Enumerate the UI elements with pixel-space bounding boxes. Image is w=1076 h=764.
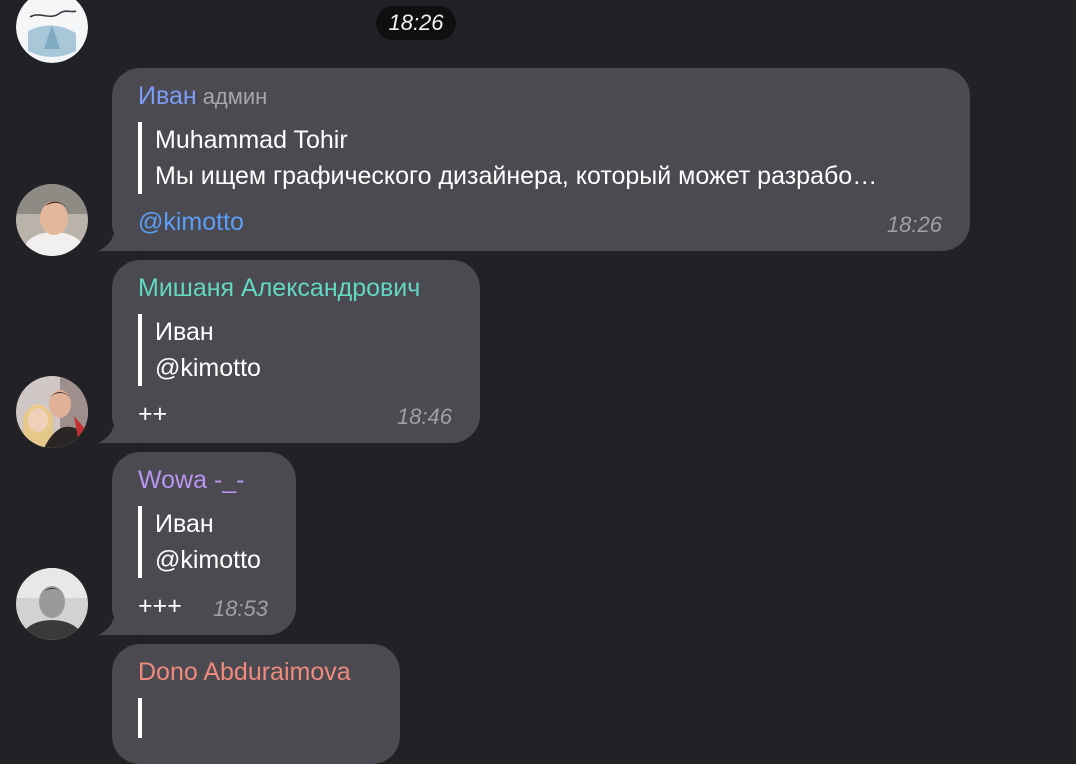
message-text: +++ <box>138 592 182 620</box>
bubble-tail <box>98 605 136 635</box>
reply-quote[interactable]: Иван @kimotto <box>138 506 261 578</box>
message-time: 18:53 <box>212 596 268 621</box>
sender-name-text[interactable]: Иван <box>138 82 197 110</box>
reply-author: Muhammad Tohir <box>155 126 348 154</box>
message-text: ++ <box>138 400 168 428</box>
avatar-photo <box>16 376 88 448</box>
reply-author: Иван <box>155 510 214 538</box>
logo-image <box>16 0 88 63</box>
avatar-wowa[interactable] <box>16 568 88 640</box>
mention-link[interactable]: @kimotto <box>138 208 244 237</box>
avatar-photo <box>16 184 88 256</box>
message-bubble[interactable]: Dono Abduraimova <box>112 644 400 764</box>
reply-text: @kimotto <box>155 354 261 382</box>
bubble-tail <box>98 413 136 443</box>
message-bubble[interactable]: Wowa -_- Иван @kimotto +++ 18:53 <box>98 452 296 635</box>
sender-name[interactable]: Мишаня Александрович <box>138 274 420 303</box>
reply-quote[interactable]: Иван @kimotto <box>138 314 261 386</box>
reply-quote[interactable]: Muhammad Tohir Мы ищем графического диза… <box>138 122 877 194</box>
message-time: 18:26 <box>886 212 942 237</box>
message-bubble[interactable]: Иван админ Muhammad Tohir Мы ищем графиче… <box>98 68 970 251</box>
reply-quote[interactable] <box>138 698 155 738</box>
date-separator: 18:26 <box>376 6 456 40</box>
sender-role: админ <box>202 84 268 109</box>
avatar-ivan[interactable] <box>16 184 88 256</box>
sender-name[interactable]: Иван админ <box>138 82 267 111</box>
reply-author: Иван <box>155 318 214 346</box>
sender-name[interactable]: Dono Abduraimova <box>138 658 351 687</box>
reply-text: @kimotto <box>155 546 261 574</box>
reply-text: Мы ищем графического дизайнера, который … <box>155 162 878 190</box>
avatar-mishanya[interactable] <box>16 376 88 448</box>
sender-name[interactable]: Wowa -_- <box>138 466 245 495</box>
message-time: 18:46 <box>396 404 452 429</box>
bubble-tail <box>98 221 136 251</box>
message-bubble[interactable]: Мишаня Александрович Иван @kimotto ++ 18… <box>98 260 480 443</box>
avatar-photo <box>16 568 88 640</box>
avatar-logo[interactable] <box>16 0 88 63</box>
